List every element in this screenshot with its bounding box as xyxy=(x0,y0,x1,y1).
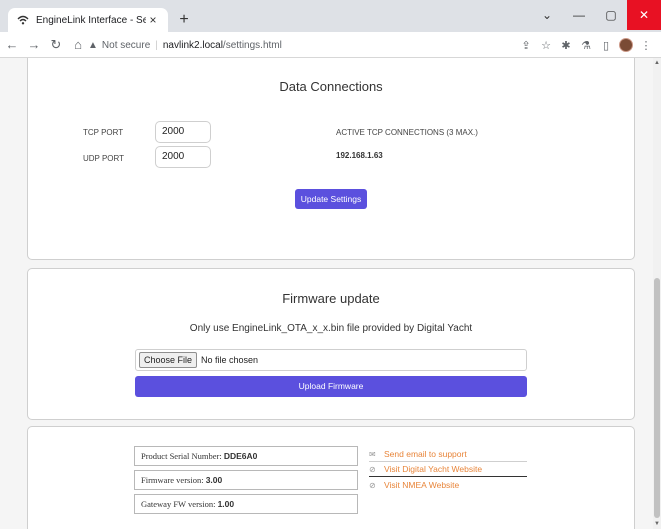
close-window-button[interactable]: ✕ xyxy=(627,0,661,30)
nmea-label: Visit NMEA Website xyxy=(384,480,460,490)
scrollbar-thumb[interactable] xyxy=(654,278,660,518)
digital-yacht-link[interactable]: ⊘ Visit Digital Yacht Website xyxy=(369,464,527,477)
tcp-port-input[interactable]: 2000 xyxy=(155,121,211,143)
serial-number-label: Product Serial Number: xyxy=(141,451,224,461)
extensions-icon[interactable]: ✱ xyxy=(557,35,575,55)
data-connections-card: Data Connections TCP PORT 2000 UDP PORT … xyxy=(27,58,635,260)
tab-title: EngineLink Interface - Settings xyxy=(36,14,146,26)
tab-search-icon[interactable]: ⌄ xyxy=(531,0,563,30)
firmware-file-input[interactable]: Choose File No file chosen xyxy=(135,349,527,371)
page-scrollbar[interactable]: ▲ ▼ xyxy=(653,58,661,529)
new-tab-button[interactable]: + xyxy=(174,10,194,30)
back-icon[interactable]: ← xyxy=(2,35,22,55)
page-viewport: Data Connections TCP PORT 2000 UDP PORT … xyxy=(0,58,653,529)
security-label: Not secure xyxy=(101,39,151,51)
reload-icon[interactable]: ↻ xyxy=(46,35,66,55)
nmea-link[interactable]: ⊘ Visit NMEA Website xyxy=(369,480,527,492)
envelope-icon: ✉ xyxy=(369,449,376,459)
support-email-label: Send email to support xyxy=(384,449,467,459)
profile-avatar[interactable] xyxy=(617,35,635,55)
update-settings-button[interactable]: Update Settings xyxy=(295,189,367,209)
url-separator: | xyxy=(155,39,158,51)
lab-flask-icon[interactable]: ⚗ xyxy=(577,35,595,55)
serial-number-value: DDE6A0 xyxy=(223,451,258,461)
tcp-port-label: TCP PORT xyxy=(83,128,124,137)
link-icon: ⊘ xyxy=(369,464,376,474)
more-menu-icon[interactable]: ⋮ xyxy=(637,35,655,55)
browser-chrome: EngineLink Interface - Settings × + ⌄ — … xyxy=(0,0,661,58)
tab-close-icon[interactable]: × xyxy=(146,13,160,27)
gateway-fw-version-label: Gateway FW version: xyxy=(141,499,218,509)
firmware-update-card: Firmware update Only use EngineLink_OTA_… xyxy=(27,268,635,420)
browser-toolbar: ← → ↻ ⌂ ▲ Not secure | navlink2.local/se… xyxy=(0,32,661,58)
firmware-version-field: Firmware version: 3.00 xyxy=(134,470,358,490)
serial-number-field: Product Serial Number: DDE6A0 xyxy=(134,446,358,466)
scroll-down-icon[interactable]: ▼ xyxy=(654,521,660,527)
gateway-fw-version-value: 1.00 xyxy=(217,499,235,509)
home-icon[interactable]: ⌂ xyxy=(68,35,88,55)
address-bar[interactable]: ▲ Not secure | navlink2.local/settings.h… xyxy=(88,35,513,55)
wifi-icon xyxy=(16,13,30,27)
upload-firmware-button[interactable]: Upload Firmware xyxy=(135,376,527,397)
warning-icon[interactable]: ▲ xyxy=(88,40,98,51)
tab-strip: EngineLink Interface - Settings × + ⌄ — … xyxy=(0,0,661,32)
minimize-button[interactable]: — xyxy=(563,0,595,30)
udp-port-label: UDP PORT xyxy=(83,154,125,163)
bookmark-star-icon[interactable]: ☆ xyxy=(537,35,555,55)
forward-icon[interactable]: → xyxy=(24,35,44,55)
scroll-up-icon[interactable]: ▲ xyxy=(654,60,660,66)
file-status: No file chosen xyxy=(201,355,259,365)
side-panel-icon[interactable]: ▯ xyxy=(597,35,615,55)
udp-port-input[interactable]: 2000 xyxy=(155,146,211,168)
support-email-link[interactable]: ✉ Send email to support xyxy=(369,449,527,462)
toolbar-right: ⇪ ☆ ✱ ⚗ ▯ ⋮ xyxy=(517,35,655,55)
firmware-version-value: 3.00 xyxy=(205,475,223,485)
firmware-update-title: Firmware update xyxy=(282,291,380,306)
firmware-note: Only use EngineLink_OTA_x_x.bin file pro… xyxy=(189,323,473,334)
data-connections-title: Data Connections xyxy=(279,79,383,94)
link-icon: ⊘ xyxy=(369,480,376,490)
gateway-fw-version-field: Gateway FW version: 1.00 xyxy=(134,494,358,514)
browser-tab[interactable]: EngineLink Interface - Settings × xyxy=(8,8,168,32)
active-connections-label: ACTIVE TCP CONNECTIONS (3 Max.) xyxy=(336,128,478,137)
active-connection-ip: 192.168.1.63 xyxy=(336,151,383,160)
device-info-card: Product Serial Number: DDE6A0 Firmware v… xyxy=(27,426,635,529)
window-controls: ⌄ — ▢ ✕ xyxy=(531,0,661,30)
maximize-button[interactable]: ▢ xyxy=(595,0,627,30)
choose-file-button[interactable]: Choose File xyxy=(139,352,198,368)
url-path: /settings.html xyxy=(222,39,282,51)
share-icon[interactable]: ⇪ xyxy=(517,35,535,55)
url-host: navlink2.local xyxy=(162,39,223,51)
firmware-version-label: Firmware version: xyxy=(141,475,206,485)
digital-yacht-label: Visit Digital Yacht Website xyxy=(384,464,483,474)
